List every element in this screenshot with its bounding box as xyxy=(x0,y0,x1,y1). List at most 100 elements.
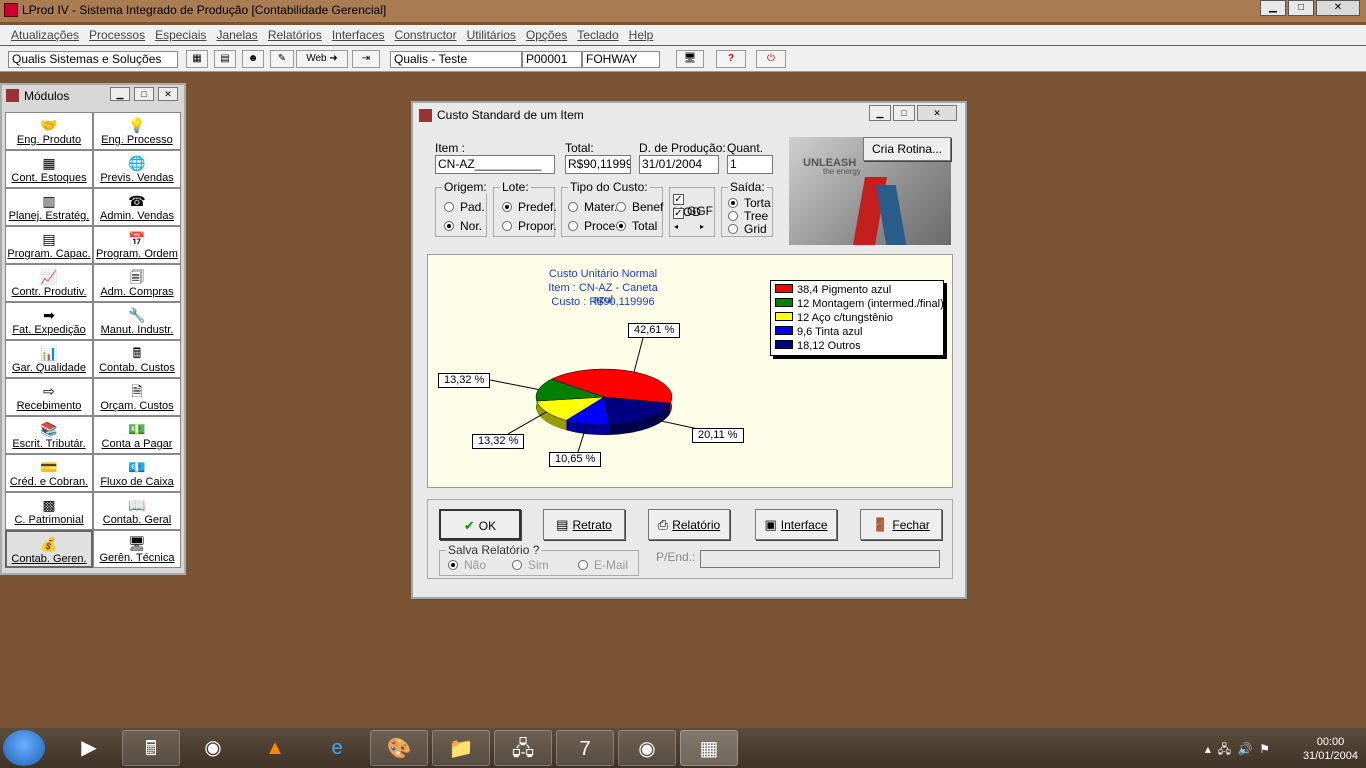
calculator-icon[interactable]: ▦ xyxy=(186,50,208,68)
saida-grid-radio[interactable]: Grid xyxy=(728,222,767,236)
module-previs-vendas[interactable]: 🌐 Previs. Vendas xyxy=(93,150,181,188)
module-recebimento[interactable]: ⇨ Recebimento xyxy=(5,378,93,416)
module-program-ordem[interactable]: 📅 Program. Ordem xyxy=(93,226,181,264)
menu-utilitarios[interactable]: Utilitários xyxy=(462,25,521,45)
network-icon[interactable]: 🖧 xyxy=(494,730,552,766)
saida-torta-radio[interactable]: Torta xyxy=(728,196,771,210)
module-c-patrimonial[interactable]: ▩ C. Patrimonial xyxy=(5,492,93,530)
menu-especiais[interactable]: Especiais xyxy=(150,25,211,45)
qty-input[interactable]: 1 xyxy=(727,155,773,174)
module-escrit-tributar[interactable]: 📚 Escrit. Tributár. xyxy=(5,416,93,454)
scroll-arrows[interactable]: ◂▸ xyxy=(674,222,726,231)
tipo-proce-radio[interactable]: Proce xyxy=(568,219,615,233)
module-contr-produtiv[interactable]: 📈 Contr. Produtiv. xyxy=(5,264,93,302)
lote-predef-radio[interactable]: Predef. xyxy=(502,200,557,214)
minimize-button[interactable]: ▁ xyxy=(1260,0,1286,16)
origem-pad-radio[interactable]: Pad. xyxy=(444,200,485,214)
saida-title: Saída: xyxy=(728,180,767,194)
exit-icon[interactable]: ⇥ xyxy=(352,50,380,68)
module-program-capac[interactable]: ▤ Program. Capac. xyxy=(5,226,93,264)
calculator-app-icon[interactable]: 🖩 xyxy=(122,730,180,766)
fechar-button[interactable]: 🚪 Fechar xyxy=(860,509,942,540)
power-icon[interactable]: ⏻ xyxy=(756,50,786,68)
menu-janelas[interactable]: Janelas xyxy=(211,25,262,45)
close-button[interactable]: ✕ xyxy=(1316,0,1360,16)
module-eng-produto[interactable]: 🤝 Eng. Produto xyxy=(5,112,93,150)
paint-icon[interactable]: 🎨 xyxy=(370,730,428,766)
chrome-icon[interactable]: ◉ xyxy=(184,730,242,766)
module-contab-geren[interactable]: 💰 Contab. Geren. xyxy=(5,530,93,568)
module-eng-processo[interactable]: 💡 Eng. Processo xyxy=(93,112,181,150)
menu-teclado[interactable]: Teclado xyxy=(572,25,623,45)
maximize-button[interactable]: □ xyxy=(1288,0,1314,16)
system-tray-icons[interactable]: ▴ 🖧 🔊 ⚑ xyxy=(1205,740,1270,761)
module-geren-tecnica[interactable]: 🖥 Gerên. Técnica xyxy=(93,530,181,568)
date-input[interactable]: 31/01/2004 xyxy=(639,155,719,174)
clock[interactable]: 00:00 31/01/2004 xyxy=(1303,730,1358,762)
pend-label: P/End.: xyxy=(656,550,696,564)
menu-relatorios[interactable]: Relatórios xyxy=(263,25,327,45)
salva-title: Salva Relatório ? xyxy=(446,543,542,557)
ie-icon[interactable]: e xyxy=(308,730,366,766)
media-icon[interactable]: ▶ xyxy=(60,730,118,766)
lprod-app-icon[interactable]: ▦ xyxy=(680,730,738,766)
module-orcam-custos[interactable]: 🗎 Orçam. Custos xyxy=(93,378,181,416)
menu-constructor[interactable]: Constructor xyxy=(390,25,462,45)
cria-rotina-button[interactable]: Cria Rotina... xyxy=(863,137,951,161)
dialog-close-button[interactable]: ✕ xyxy=(917,105,957,121)
module-cont-estoques[interactable]: ▦ Cont. Estoques xyxy=(5,150,93,188)
module-admin-vendas[interactable]: ☎ Admin. Vendas xyxy=(93,188,181,226)
help-icon[interactable]: ? xyxy=(716,50,746,68)
pencil-icon[interactable]: ✎ xyxy=(270,50,294,68)
module-fluxo-de-caixa[interactable]: 💶 Fluxo de Caixa xyxy=(93,454,181,492)
menu-processos[interactable]: Processos xyxy=(84,25,150,45)
folder-icon[interactable]: 📁 xyxy=(432,730,490,766)
module-cred-e-cobran[interactable]: 💳 Créd. e Cobran. xyxy=(5,454,93,492)
winrar-icon[interactable]: 7 xyxy=(556,730,614,766)
modules-grid: 🤝 Eng. Produto 💡 Eng. Processo ▦ Cont. Esto… xyxy=(5,112,181,568)
dialog-minimize-button[interactable]: ▁ xyxy=(869,105,891,121)
interface-button[interactable]: ▣ Interface xyxy=(755,509,837,540)
chrome-window-icon[interactable]: ◉ xyxy=(618,730,676,766)
origem-nor-radio[interactable]: Nor. xyxy=(444,219,482,233)
module-adm-compras[interactable]: 🗐 Adm. Compras xyxy=(93,264,181,302)
modules-minimize-button[interactable]: ▁ xyxy=(110,87,130,101)
vlc-icon[interactable]: ▲ xyxy=(246,730,304,766)
door-icon: 🚪 xyxy=(872,517,889,532)
item-input[interactable]: CN-AZ__________ xyxy=(435,155,555,174)
module-manut-industr[interactable]: 🔧 Manut. Industr. xyxy=(93,302,181,340)
relatorio-button[interactable]: ⎙ Relatório xyxy=(648,509,730,540)
tipo-total-radio[interactable]: Total xyxy=(616,219,657,233)
salva-sim-radio[interactable]: Sim xyxy=(512,558,549,572)
retrato-button[interactable]: ▤ Retrato xyxy=(543,509,625,540)
module-contab-geral[interactable]: 📖 Contab. Geral xyxy=(93,492,181,530)
module-planej-estrateg[interactable]: ▥ Planej. Estratég. xyxy=(5,188,93,226)
pend-input[interactable] xyxy=(700,550,940,568)
module-fat-expedicao[interactable]: ➡ Fat. Expedição xyxy=(5,302,93,340)
users-icon[interactable]: ☻ xyxy=(242,50,264,68)
menu-interfaces[interactable]: Interfaces xyxy=(327,25,390,45)
web-button[interactable]: Web ➜ xyxy=(296,50,348,68)
calendar-icon[interactable]: ▤ xyxy=(214,50,236,68)
menu-atualizacoes[interactable]: Atualizações xyxy=(6,25,84,45)
saida-tree-radio[interactable]: Tree xyxy=(728,209,768,223)
module-contab-custos[interactable]: 🖩 Contab. Custos xyxy=(93,340,181,378)
dialog-maximize-button[interactable]: □ xyxy=(893,105,915,121)
module-conta-a-pagar[interactable]: 💵 Conta a Pagar xyxy=(93,416,181,454)
lote-propor-radio[interactable]: Propor. xyxy=(502,219,557,233)
computer-icon[interactable]: 🖥 xyxy=(676,50,704,68)
start-button[interactable] xyxy=(3,730,45,766)
money-icon: 💵 xyxy=(128,421,146,437)
menu-help[interactable]: Help xyxy=(624,25,659,45)
tipo-mater-radio[interactable]: Mater. xyxy=(568,200,617,214)
salva-nao-radio[interactable]: Não xyxy=(448,558,486,572)
modules-close-button[interactable]: ✕ xyxy=(158,87,178,101)
tipo-benef-radio[interactable]: Benef xyxy=(616,200,663,214)
module-gar-qualidade[interactable]: 📊 Gar. Qualidade xyxy=(5,340,93,378)
total-input[interactable]: R$90,119996 xyxy=(565,155,631,174)
ggf-checkbox[interactable]: ✓ GGF xyxy=(673,204,713,219)
ok-button[interactable]: ✔ OK xyxy=(439,509,521,540)
menu-opcoes[interactable]: Opções xyxy=(521,25,572,45)
modules-maximize-button[interactable]: □ xyxy=(134,87,154,101)
salva-email-radio[interactable]: E-Mail xyxy=(578,558,628,572)
